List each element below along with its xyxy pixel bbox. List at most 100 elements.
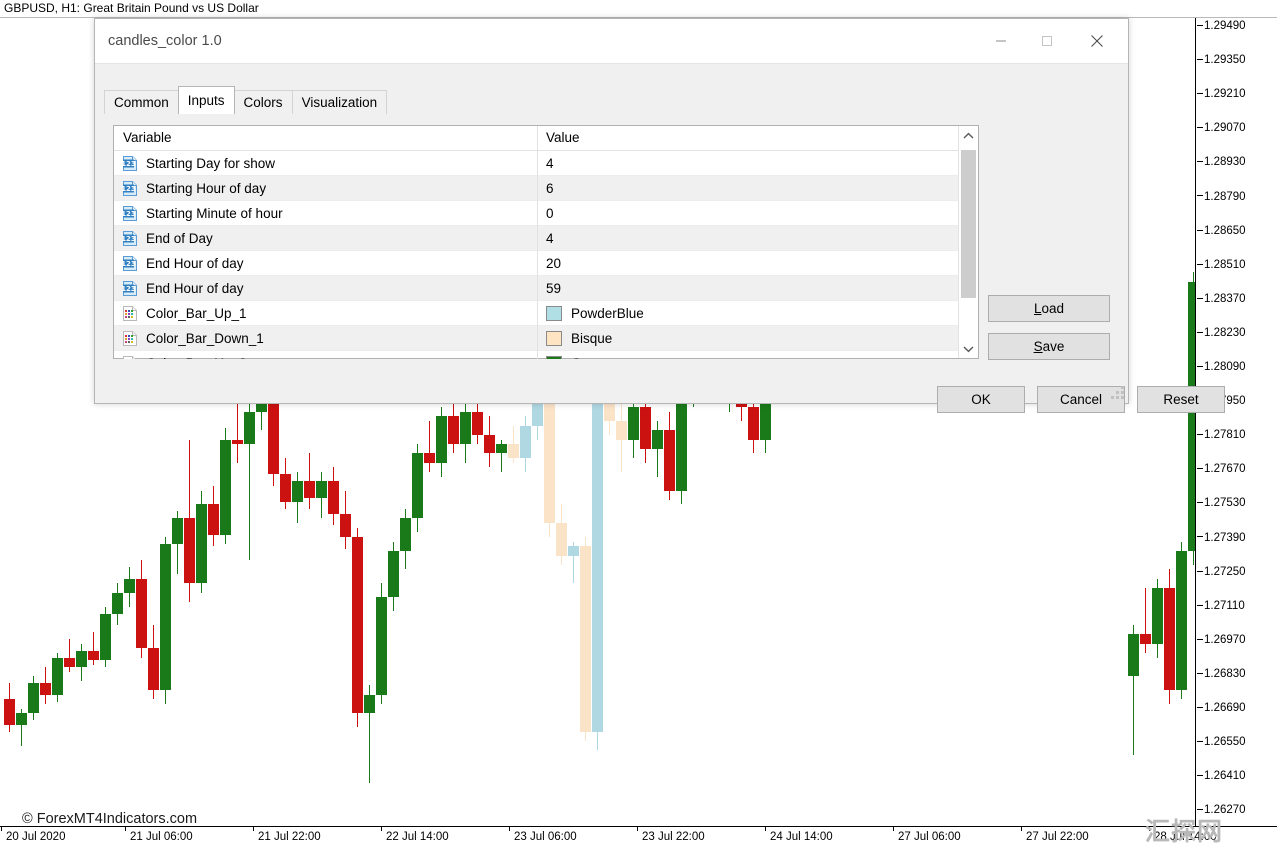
inputs-grid-row[interactable]: 123Starting Day for show4: [114, 151, 978, 176]
value-cell[interactable]: Bisque: [538, 326, 978, 351]
price-tick-label: 1.26690: [1197, 703, 1246, 713]
time-tick-label: 21 Jul 22:00: [258, 831, 321, 843]
price-tick-text: 1.28650: [1204, 225, 1246, 237]
candle-body: [88, 651, 99, 660]
tab-inputs[interactable]: Inputs: [178, 86, 235, 114]
inputs-grid-row[interactable]: 123End Hour of day 59: [114, 276, 978, 301]
price-tick-label: 1.27670: [1197, 464, 1246, 474]
price-tick-text: 1.28370: [1204, 293, 1246, 305]
inputs-grid-row[interactable]: Color_Bar_Down_1 Bisque: [114, 326, 978, 351]
variable-name: Starting Minute of hour: [146, 206, 283, 221]
inputs-grid-row[interactable]: 123End of Day4: [114, 226, 978, 251]
price-tick-text: 1.27390: [1204, 532, 1246, 544]
value-cell[interactable]: 4: [538, 226, 978, 251]
value-cell[interactable]: 0: [538, 201, 978, 226]
mt4-chart-window: GBPUSD, H1: Great Britain Pound vs US Do…: [0, 0, 1277, 852]
candle-body: [580, 546, 591, 732]
price-tick-text: 1.28930: [1204, 156, 1246, 168]
inputs-panel: Variable Value 123Starting Day for show4…: [113, 125, 979, 359]
scrollbar-thumb[interactable]: [961, 150, 976, 298]
dialog-titlebar[interactable]: candles_color 1.0: [95, 19, 1128, 64]
chart-title: GBPUSD, H1: Great Britain Pound vs US Do…: [4, 1, 259, 15]
save-button[interactable]: Save: [988, 333, 1110, 360]
dialog-tabs: Common Inputs ColorsVisualization: [104, 88, 386, 114]
reset-button[interactable]: Reset: [1137, 386, 1225, 413]
candle-body: [1128, 634, 1139, 676]
candle-body: [556, 523, 567, 555]
inputs-grid-row[interactable]: 123 Starting Hour of day 6: [114, 176, 978, 201]
column-header-variable: Variable: [114, 126, 538, 150]
price-tick-text: 1.27670: [1204, 463, 1246, 475]
maximize-button[interactable]: [1024, 19, 1070, 63]
variable-name: Starting Hour of day: [146, 181, 266, 196]
variable-cell[interactable]: 123 Starting Hour of day: [114, 176, 538, 201]
candle-body: [1140, 634, 1151, 643]
value-cell[interactable]: 6: [538, 176, 978, 201]
candle-body: [652, 430, 663, 449]
price-tick-text: 1.28230: [1204, 327, 1246, 339]
price-tick-label: 1.29070: [1197, 123, 1246, 133]
variable-cell[interactable]: 123End Hour of day: [114, 276, 538, 301]
tab-label: Common: [114, 95, 169, 110]
candle-body: [160, 544, 171, 690]
price-tick-text: 1.26830: [1204, 668, 1246, 680]
tab-visualization[interactable]: Visualization: [292, 90, 388, 114]
tab-colors[interactable]: Colors: [234, 90, 293, 114]
time-tick-label: 27 Jul 22:00: [1026, 831, 1089, 843]
inputs-grid-row[interactable]: Color_Bar_Up_2Green: [114, 351, 978, 359]
minimize-button[interactable]: [978, 19, 1024, 63]
candle-body: [1152, 588, 1163, 644]
value-text: 59: [546, 281, 561, 296]
candle-body: [340, 514, 351, 537]
minimize-icon: [995, 35, 1007, 47]
resize-grip[interactable]: [1111, 386, 1125, 400]
svg-text:123: 123: [122, 185, 136, 193]
load-button[interactable]: Load: [988, 295, 1110, 322]
variable-cell[interactable]: Color_Bar_Down_1: [114, 326, 538, 351]
variable-cell[interactable]: Color_Bar_Up_1: [114, 301, 538, 326]
scroll-down-button[interactable]: [959, 339, 978, 358]
time-tick-label: 27 Jul 06:00: [898, 831, 961, 843]
price-tick-text: 1.29210: [1204, 88, 1246, 100]
candle-body: [1176, 551, 1187, 690]
close-button[interactable]: [1074, 19, 1120, 63]
variable-cell[interactable]: 123Starting Day for show: [114, 151, 538, 176]
candle-body: [448, 416, 459, 444]
chart-copyright: © ForexMT4Indicators.com: [22, 811, 197, 826]
price-tick-label: 1.28930: [1197, 157, 1246, 167]
variable-cell[interactable]: Color_Bar_Up_2: [114, 351, 538, 360]
value-cell[interactable]: 20: [538, 251, 978, 276]
inputs-grid[interactable]: 123Starting Day for show4123Starting Hou…: [114, 151, 978, 359]
tab-common[interactable]: Common: [104, 90, 179, 114]
value-cell[interactable]: Green: [538, 351, 978, 360]
svg-text:123: 123: [122, 235, 136, 243]
value-cell[interactable]: PowderBlue: [538, 301, 978, 326]
value-text: 6: [546, 181, 554, 196]
candle-body: [208, 504, 219, 534]
inputs-scrollbar[interactable]: [958, 126, 978, 358]
variable-cell[interactable]: 123End of Day: [114, 226, 538, 251]
variable-cell[interactable]: 123Starting Minute of hour: [114, 201, 538, 226]
chevron-down-icon: [963, 340, 974, 358]
inputs-grid-row[interactable]: Color_Bar_Up_1PowderBlue: [114, 301, 978, 326]
ok-button[interactable]: OK: [937, 386, 1025, 413]
value-cell[interactable]: 59: [538, 276, 978, 301]
candle-body: [676, 393, 687, 490]
tab-label: Inputs: [188, 93, 225, 108]
candle-body: [400, 518, 411, 550]
value-text: Bisque: [571, 331, 612, 346]
candle-body: [316, 481, 327, 497]
value-cell[interactable]: 4: [538, 151, 978, 176]
candle-body: [124, 579, 135, 593]
inputs-grid-row[interactable]: 123End Hour of day20: [114, 251, 978, 276]
load-save-button-group: Load Save: [988, 295, 1110, 360]
scroll-up-button[interactable]: [959, 126, 978, 145]
price-tick-label: 1.29210: [1197, 89, 1246, 99]
inputs-grid-row[interactable]: 123Starting Minute of hour0: [114, 201, 978, 226]
price-tick-text: 1.28510: [1204, 259, 1246, 271]
candle-body: [4, 699, 15, 725]
time-axis[interactable]: 20 Jul 202021 Jul 06:0021 Jul 22:0022 Ju…: [0, 826, 1277, 852]
price-axis[interactable]: 1.294901.293501.292101.290701.289301.287…: [1197, 18, 1277, 826]
variable-cell[interactable]: 123End Hour of day: [114, 251, 538, 276]
candle-body: [484, 435, 495, 454]
